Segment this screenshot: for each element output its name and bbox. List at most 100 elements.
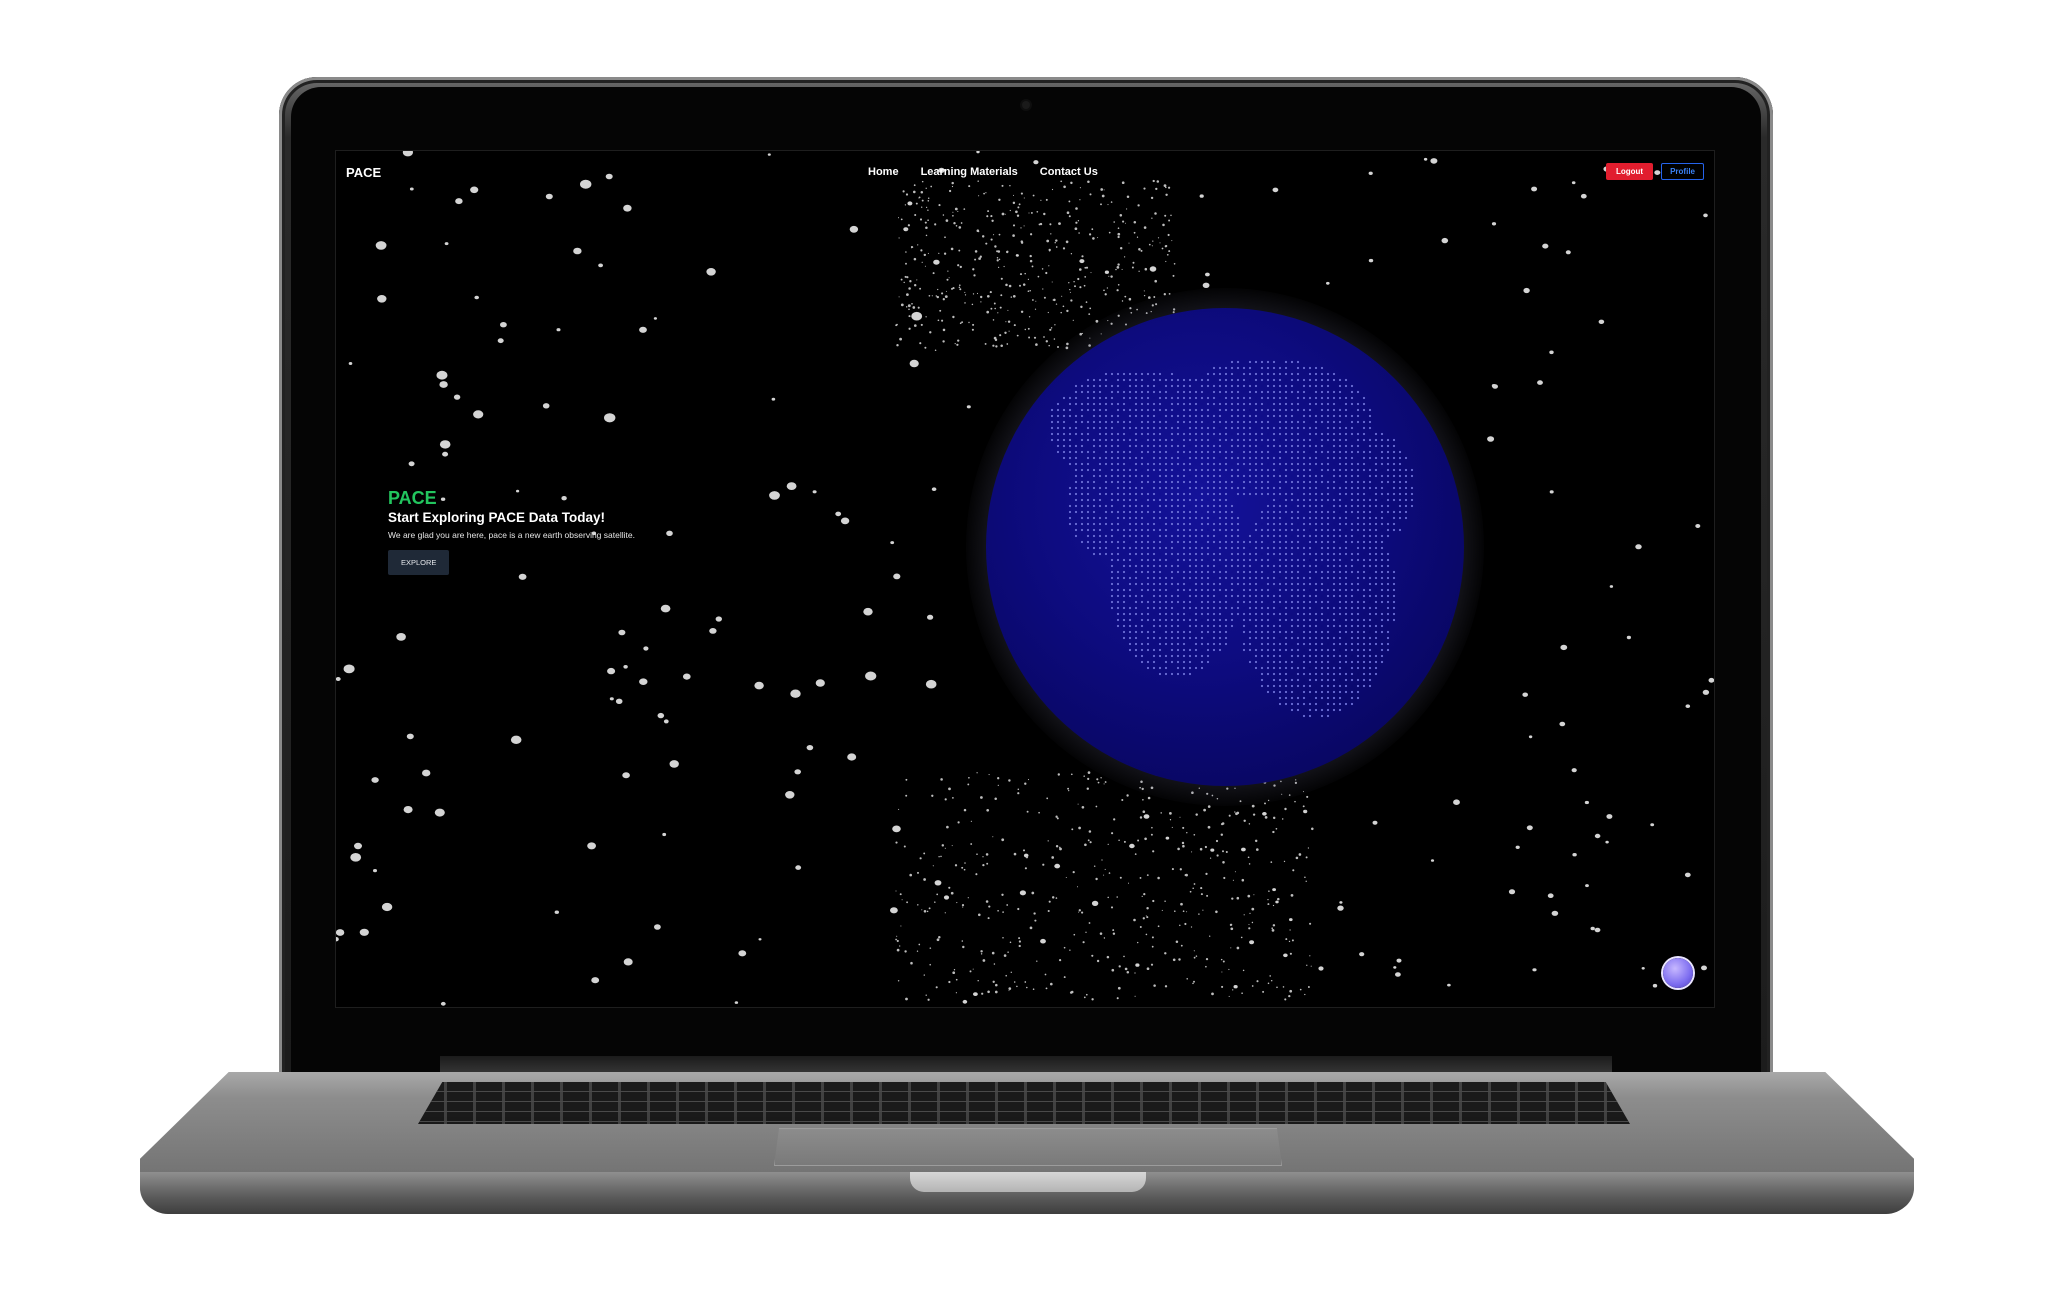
star-dust (992, 836, 994, 838)
land-dot (1368, 540, 1372, 544)
land-dot (1092, 438, 1096, 442)
land-dot (1380, 624, 1384, 628)
land-dot (1350, 432, 1354, 436)
land-dot (1182, 552, 1186, 556)
land-dot (1074, 534, 1078, 538)
land-dot (1272, 630, 1276, 634)
star-dust (1137, 839, 1140, 842)
land-dot (1134, 498, 1138, 502)
land-dot (1206, 624, 1210, 628)
land-dot (1068, 426, 1072, 430)
land-dot (1260, 408, 1264, 412)
land-dot (1218, 432, 1222, 436)
land-dot (1308, 372, 1312, 376)
star-dust (950, 891, 954, 895)
star-dust (932, 272, 935, 275)
land-dot (1374, 606, 1378, 610)
star-dust (900, 925, 902, 927)
land-dot (1068, 414, 1072, 418)
star (618, 629, 626, 636)
explore-button[interactable]: EXPLORE (388, 550, 450, 575)
star-dust (1074, 285, 1076, 288)
star (1368, 258, 1374, 263)
land-dot (1080, 468, 1084, 472)
star-dust (1309, 922, 1312, 925)
land-dot (1158, 534, 1162, 538)
land-dot (1224, 564, 1228, 568)
earth-globe[interactable] (966, 288, 1484, 806)
star-dust (1186, 978, 1188, 980)
land-dot (1344, 516, 1348, 520)
land-dot (1356, 690, 1360, 694)
land-dot (1374, 468, 1378, 472)
nav-link-home[interactable]: Home (868, 166, 899, 178)
star (473, 410, 484, 419)
star (615, 698, 623, 704)
star-dust (895, 324, 898, 327)
star (439, 381, 448, 388)
star-dust (982, 863, 985, 867)
star-dust (1155, 187, 1158, 191)
land-dot (1092, 456, 1096, 460)
land-dot (1164, 630, 1168, 634)
land-dot (1074, 528, 1078, 532)
land-dot (1236, 378, 1240, 382)
land-dot (1326, 510, 1330, 514)
land-dot (1158, 582, 1162, 586)
land-dot (1308, 534, 1312, 538)
land-dot (1098, 396, 1102, 400)
astronaut-avatar-icon[interactable] (1663, 958, 1693, 988)
star (738, 950, 747, 957)
star (1508, 889, 1516, 895)
land-dot (1350, 504, 1354, 508)
star-dust (1198, 913, 1200, 915)
land-dot (1158, 510, 1162, 514)
star-dust (948, 189, 952, 193)
land-dot (1146, 480, 1150, 484)
land-dot (1374, 594, 1378, 598)
land-dot (1170, 438, 1174, 442)
land-dot (1164, 522, 1168, 526)
land-dot (1098, 540, 1102, 544)
nav-link-learning-materials[interactable]: Learning Materials (921, 166, 1018, 178)
land-dot (1212, 558, 1216, 562)
land-dot (1272, 414, 1276, 418)
star-dust (1157, 925, 1160, 928)
land-dot (1176, 564, 1180, 568)
land-dot (1194, 510, 1198, 514)
land-dot (1320, 534, 1324, 538)
star-dust (1270, 861, 1273, 863)
land-dot (1332, 678, 1336, 682)
land-dot (1128, 396, 1132, 400)
land-dot (1260, 576, 1264, 580)
land-dot (1098, 492, 1102, 496)
star (1585, 884, 1589, 888)
nav-link-contact-us[interactable]: Contact Us (1040, 166, 1098, 178)
land-dot (1206, 438, 1210, 442)
land-dot (1104, 450, 1108, 454)
land-dot (1218, 582, 1222, 586)
land-dot (1224, 510, 1228, 514)
profile-button[interactable]: Profile (1661, 163, 1704, 180)
land-dot (1338, 570, 1342, 574)
star (1318, 966, 1324, 971)
land-dot (1182, 402, 1186, 406)
star-dust (972, 268, 975, 271)
land-dot (1356, 606, 1360, 610)
land-dot (1302, 558, 1306, 562)
logout-button[interactable]: Logout (1605, 163, 1654, 180)
land-dot (1362, 492, 1366, 496)
star-dust (1069, 291, 1071, 293)
star-dust (1131, 266, 1134, 269)
land-dot (1218, 630, 1222, 634)
land-dot (1146, 534, 1150, 538)
land-dot (1314, 618, 1318, 622)
nav-brand[interactable]: PACE (346, 165, 381, 180)
star-dust (1123, 840, 1126, 843)
star-dust (1137, 941, 1139, 944)
star-dust (1110, 201, 1113, 203)
star (1605, 840, 1609, 844)
land-dot (1068, 492, 1072, 496)
land-dot (1380, 456, 1384, 460)
land-dot (1212, 612, 1216, 616)
